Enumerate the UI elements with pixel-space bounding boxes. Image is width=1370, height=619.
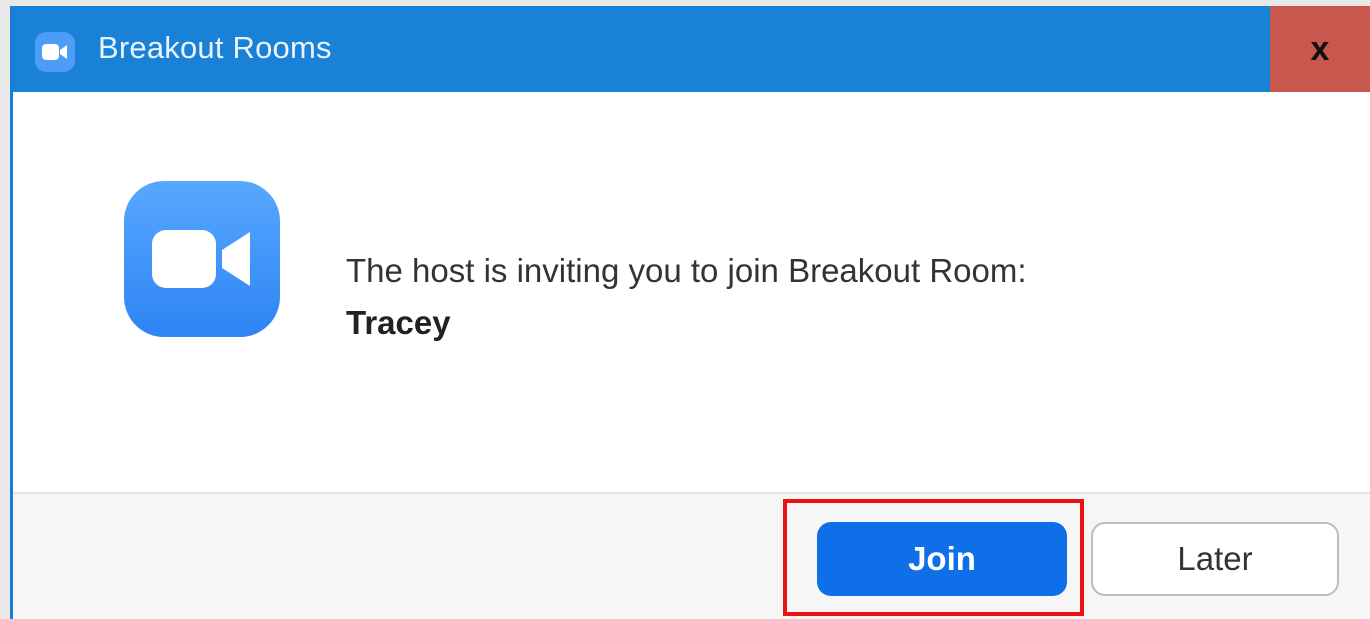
- join-button[interactable]: Join: [817, 522, 1067, 596]
- invitation-text: The host is inviting you to join Breakou…: [346, 252, 1027, 289]
- title-bar[interactable]: Breakout Rooms x: [13, 6, 1370, 92]
- breakout-rooms-dialog: Breakout Rooms x The host is inviting yo…: [10, 6, 1370, 619]
- dialog-footer: Join Later: [13, 492, 1370, 619]
- room-name: Tracey: [346, 304, 451, 341]
- later-button[interactable]: Later: [1091, 522, 1339, 596]
- invitation-message: The host is inviting you to join Breakou…: [346, 245, 1027, 349]
- close-button[interactable]: x: [1270, 6, 1370, 92]
- dialog-content: The host is inviting you to join Breakou…: [13, 92, 1370, 492]
- window-title: Breakout Rooms: [98, 30, 332, 65]
- zoom-camera-icon: [124, 181, 280, 337]
- zoom-app-icon: [35, 32, 75, 72]
